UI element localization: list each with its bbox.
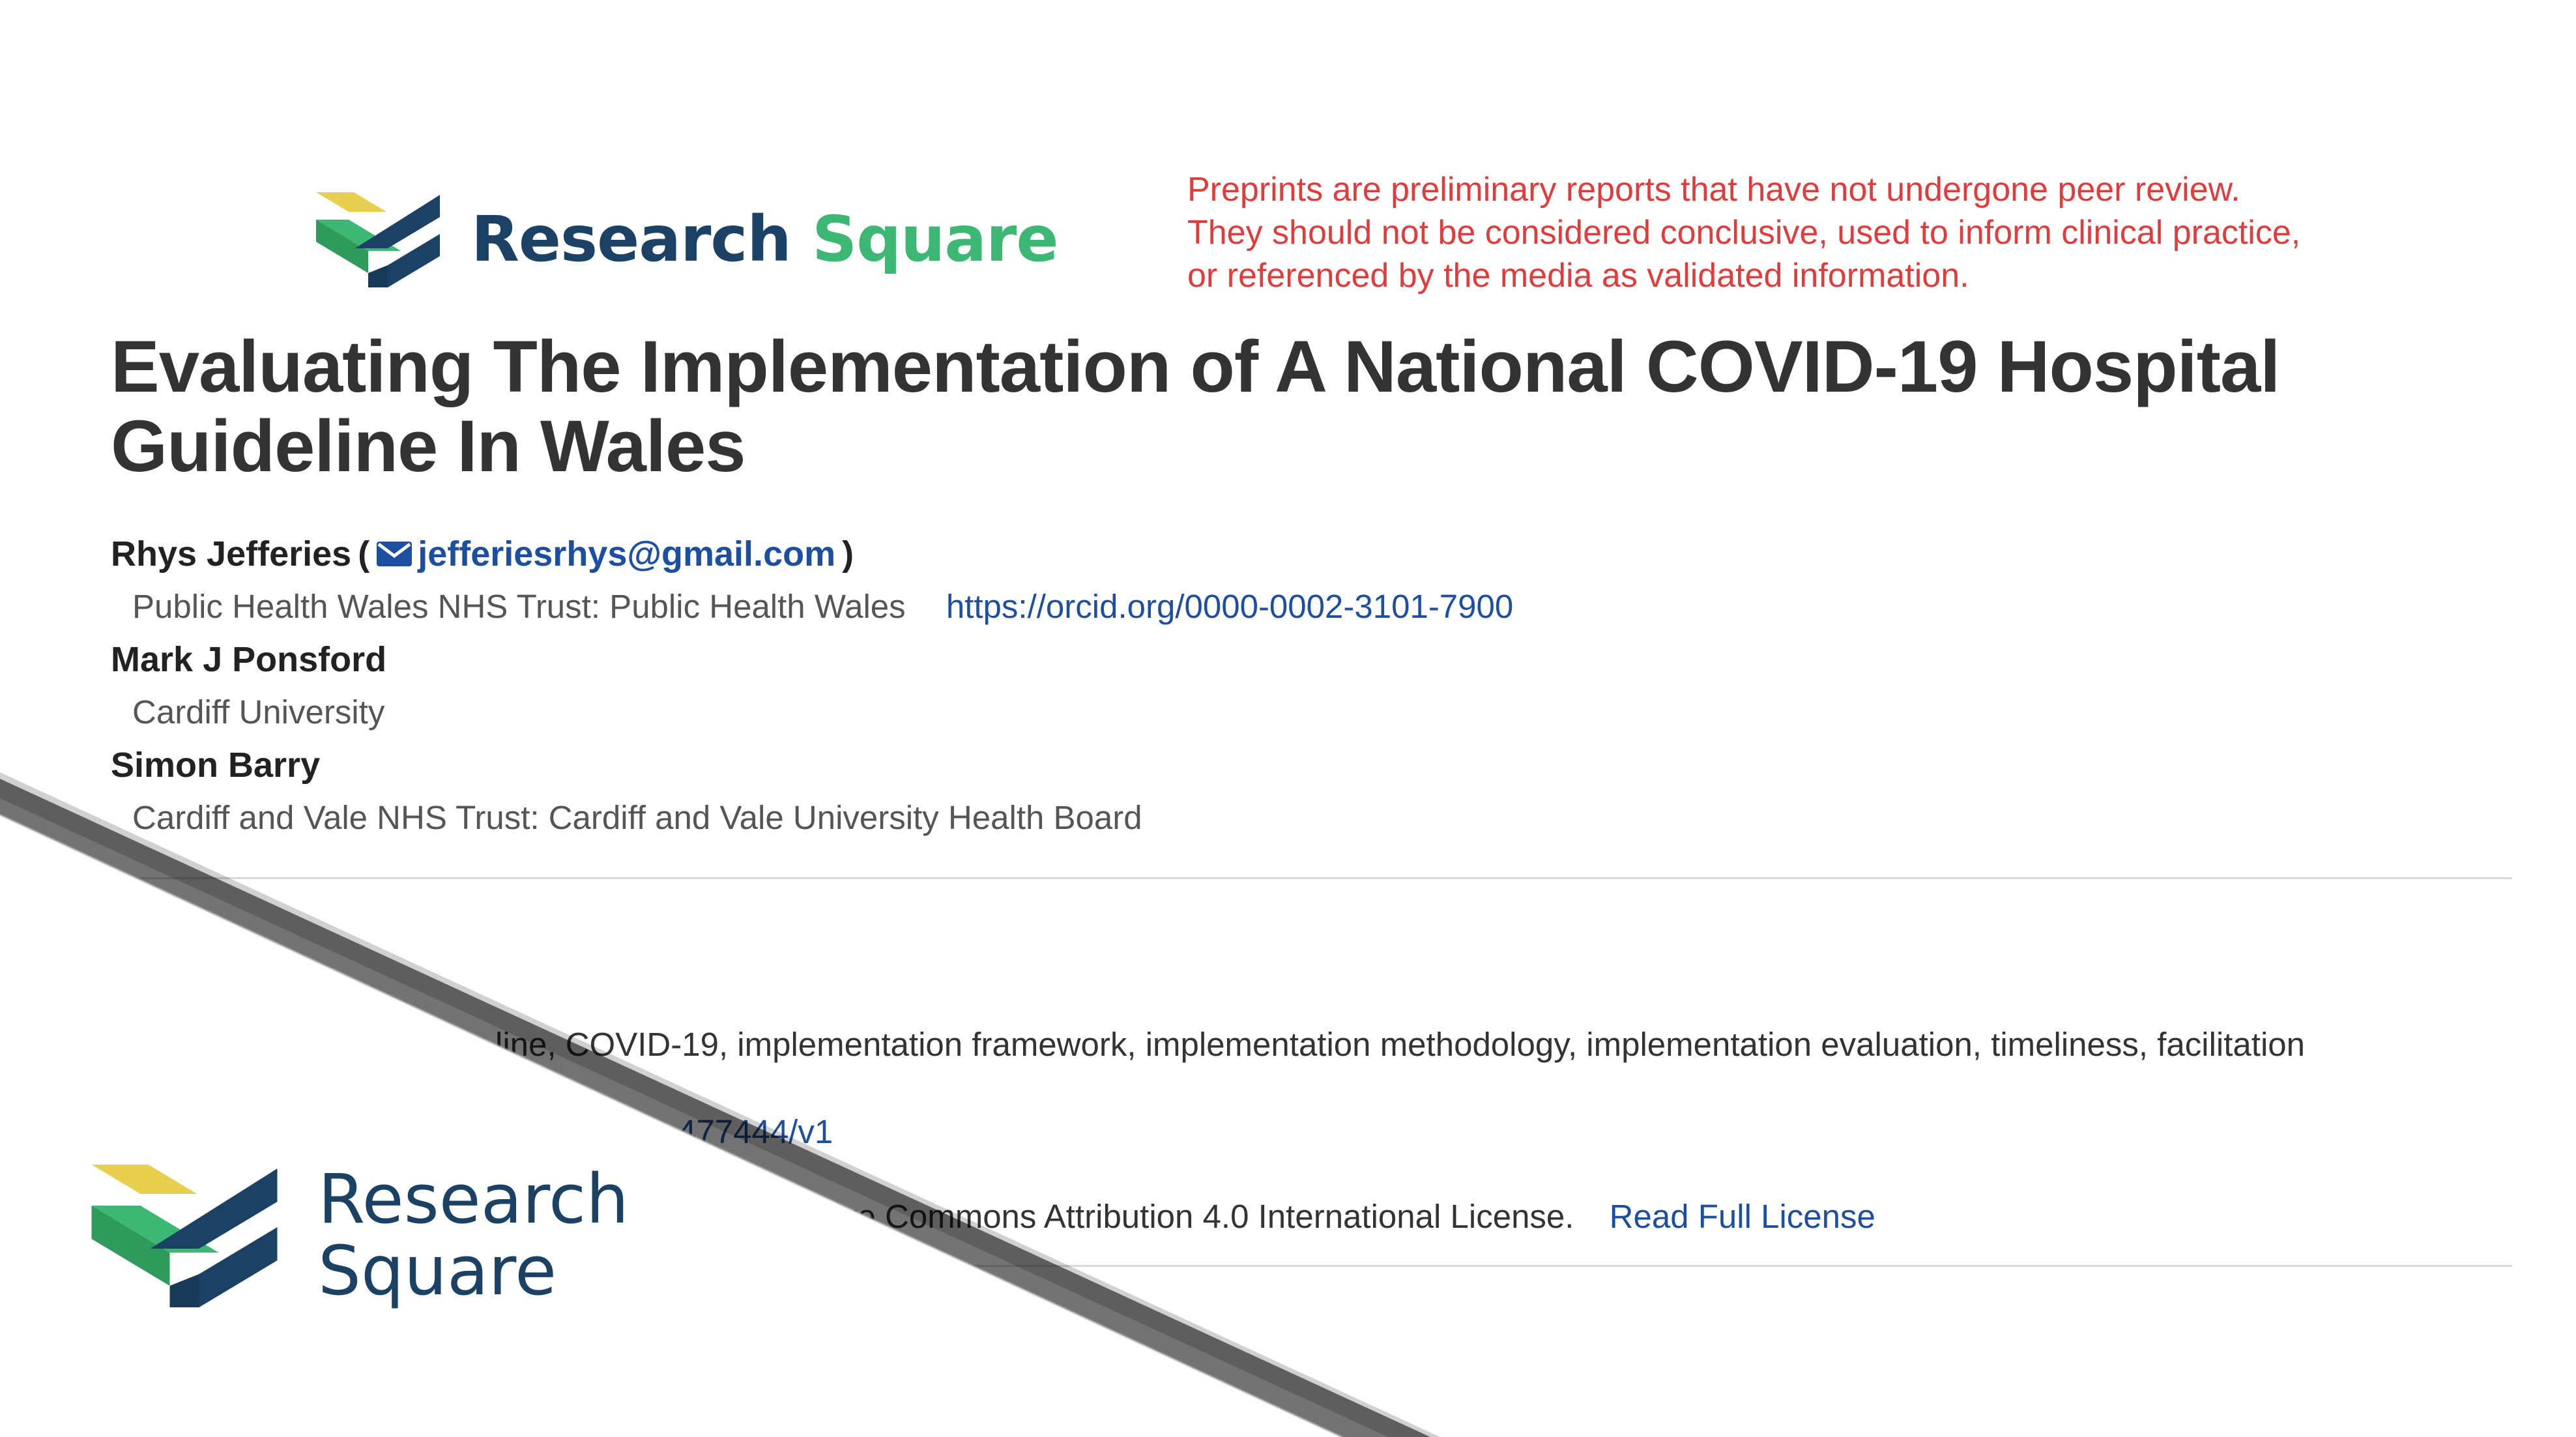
research-square-mark-icon	[91, 1165, 278, 1307]
corner-logo-word-square: Square	[318, 1231, 557, 1311]
corner-research-square-logo: Research Square	[90, 1157, 629, 1313]
corner-logo-word-research: Research	[318, 1159, 630, 1239]
corner-logo-wordmark: Research Square	[318, 1163, 629, 1307]
